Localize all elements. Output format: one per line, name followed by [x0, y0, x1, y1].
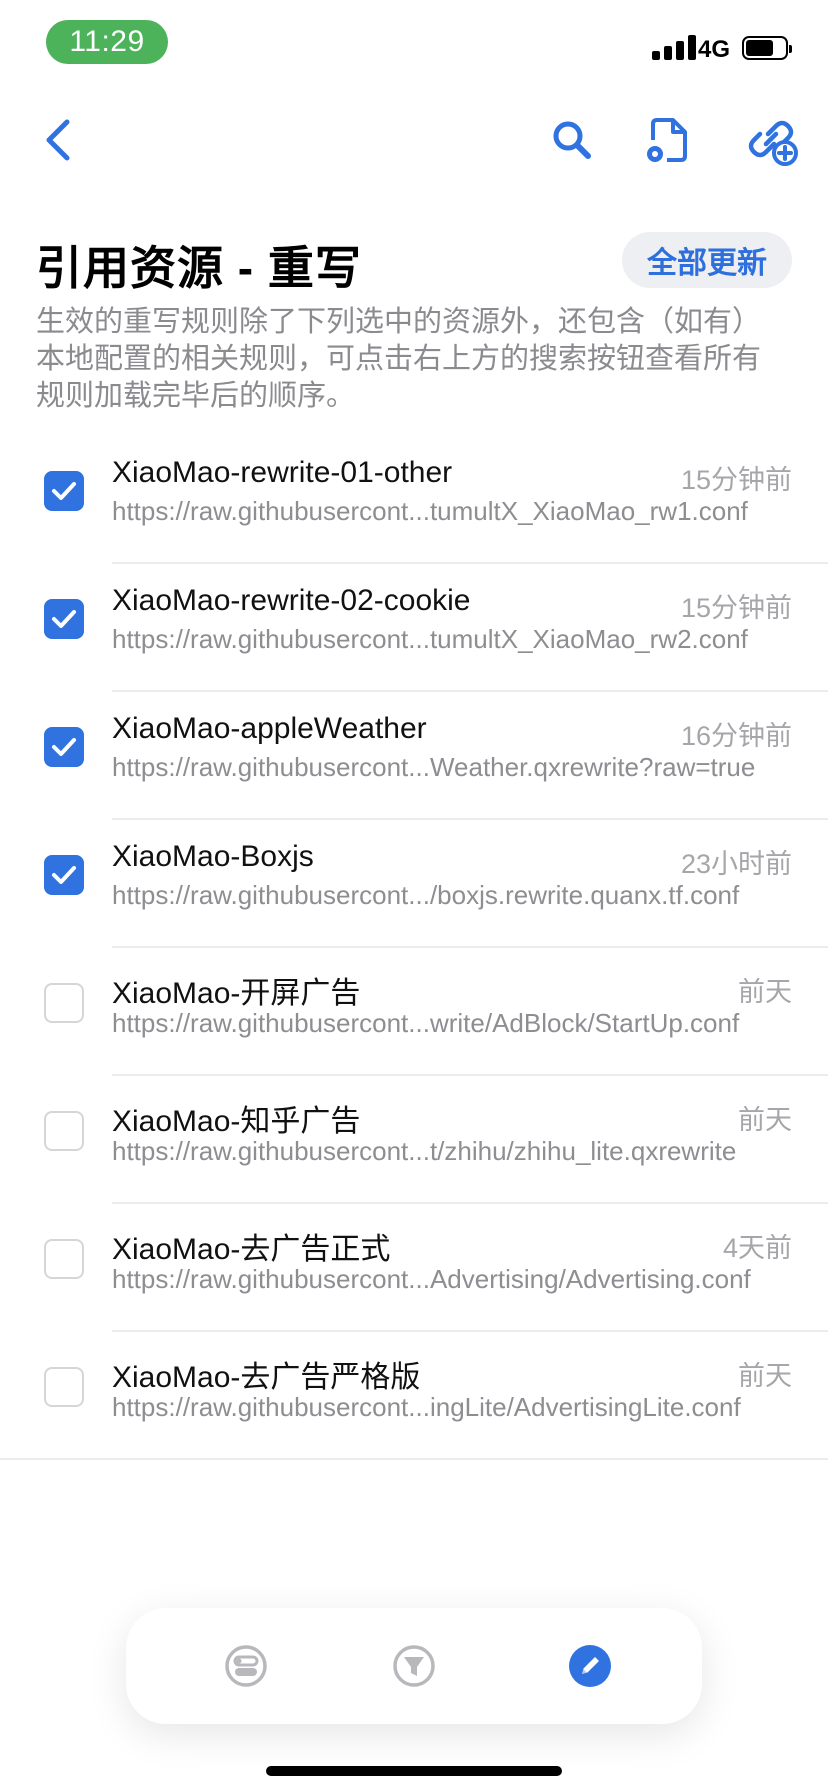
- signal-icon: [652, 34, 698, 60]
- list-item[interactable]: XiaoMao-Boxjs 23小时前 https://raw.githubus…: [0, 820, 828, 948]
- resource-updated: 4天前: [722, 1233, 792, 1263]
- checkbox-unchecked[interactable]: [44, 983, 84, 1023]
- divider: [0, 1458, 828, 1460]
- resource-list: XiaoMao-rewrite-01-other 15分钟前 https://r…: [0, 436, 828, 1460]
- status-bar: 11:29 4G: [0, 0, 828, 90]
- checkbox-checked[interactable]: [44, 855, 84, 895]
- tab-rewrite[interactable]: [562, 1638, 618, 1694]
- list-item[interactable]: XiaoMao-rewrite-02-cookie 15分钟前 https://…: [0, 564, 828, 692]
- resource-updated: 16分钟前: [680, 721, 792, 751]
- home-indicator: [266, 1766, 562, 1776]
- checkbox-unchecked[interactable]: [44, 1239, 84, 1279]
- resource-name: XiaoMao-appleWeather: [112, 712, 427, 745]
- nav-bar: [0, 100, 828, 180]
- checkbox-unchecked[interactable]: [44, 1367, 84, 1407]
- resource-updated: 23小时前: [680, 849, 792, 879]
- resource-name: XiaoMao-去广告严格版: [112, 1361, 421, 1394]
- pencil-icon: [569, 1645, 611, 1687]
- link-plus-icon: [748, 120, 798, 166]
- resource-updated: 前天: [738, 1105, 792, 1135]
- resource-name: XiaoMao-rewrite-02-cookie: [112, 584, 471, 617]
- chevron-left-icon: [46, 119, 70, 161]
- resource-updated: 前天: [738, 977, 792, 1007]
- list-item[interactable]: XiaoMao-rewrite-01-other 15分钟前 https://r…: [0, 436, 828, 564]
- checkbox-checked[interactable]: [44, 471, 84, 511]
- resource-url: https://raw.githubusercont.../boxjs.rewr…: [112, 880, 740, 910]
- resource-name: XiaoMao-rewrite-01-other: [112, 456, 453, 489]
- resource-updated: 15分钟前: [680, 465, 792, 495]
- resource-url: https://raw.githubusercont...write/AdBlo…: [112, 1008, 740, 1038]
- search-button[interactable]: [544, 112, 600, 168]
- check-icon: [52, 866, 76, 884]
- resource-url: https://raw.githubusercont...tumultX_Xia…: [112, 496, 748, 526]
- add-link-button[interactable]: [744, 112, 800, 168]
- check-icon: [52, 738, 76, 756]
- tab-filter[interactable]: [386, 1638, 442, 1694]
- resource-name: XiaoMao-Boxjs: [112, 840, 314, 873]
- list-item[interactable]: XiaoMao-去广告正式 4天前 https://raw.githubuser…: [0, 1204, 828, 1332]
- page-description: 生效的重写规则除了下列选中的资源外，还包含（如有）本地配置的相关规则，可点击右上…: [36, 306, 762, 412]
- file-gear-icon: [647, 118, 687, 162]
- page-title: 引用资源 - 重写: [36, 242, 362, 294]
- bottom-tab-bar: [126, 1608, 702, 1724]
- filter-icon: [393, 1645, 435, 1687]
- update-all-button[interactable]: 全部更新: [622, 232, 792, 288]
- network-type: 4G: [698, 36, 731, 63]
- resource-name: XiaoMao-知乎广告: [112, 1105, 361, 1138]
- check-icon: [52, 610, 76, 628]
- search-icon: [553, 121, 591, 159]
- resource-name: XiaoMao-开屏广告: [112, 977, 361, 1010]
- resource-url: https://raw.githubusercont...ingLite/Adv…: [112, 1392, 741, 1422]
- resource-url: https://raw.githubusercont...tumultX_Xia…: [112, 624, 748, 654]
- resource-updated: 前天: [738, 1361, 792, 1391]
- checkbox-checked[interactable]: [44, 599, 84, 639]
- title-row: 引用资源 - 重写 全部更新: [36, 228, 792, 298]
- status-time: 11:29: [46, 20, 168, 64]
- toggles-icon: [225, 1645, 267, 1687]
- list-item[interactable]: XiaoMao-appleWeather 16分钟前 https://raw.g…: [0, 692, 828, 820]
- tab-toggles[interactable]: [218, 1638, 274, 1694]
- file-settings-button[interactable]: [640, 112, 696, 168]
- resource-updated: 15分钟前: [680, 593, 792, 623]
- resource-name: XiaoMao-去广告正式: [112, 1233, 391, 1266]
- resource-url: https://raw.githubusercont...t/zhihu/zhi…: [112, 1136, 737, 1166]
- battery-icon: [742, 36, 792, 60]
- resource-url: https://raw.githubusercont...Advertising…: [112, 1264, 751, 1294]
- checkbox-unchecked[interactable]: [44, 1111, 84, 1151]
- list-item[interactable]: XiaoMao-去广告严格版 前天 https://raw.githubuser…: [0, 1332, 828, 1460]
- check-icon: [52, 482, 76, 500]
- list-item[interactable]: XiaoMao-开屏广告 前天 https://raw.githubuserco…: [0, 948, 828, 1076]
- checkbox-checked[interactable]: [44, 727, 84, 767]
- back-button[interactable]: [30, 112, 86, 168]
- list-item[interactable]: XiaoMao-知乎广告 前天 https://raw.githubuserco…: [0, 1076, 828, 1204]
- resource-url: https://raw.githubusercont...Weather.qxr…: [112, 752, 756, 782]
